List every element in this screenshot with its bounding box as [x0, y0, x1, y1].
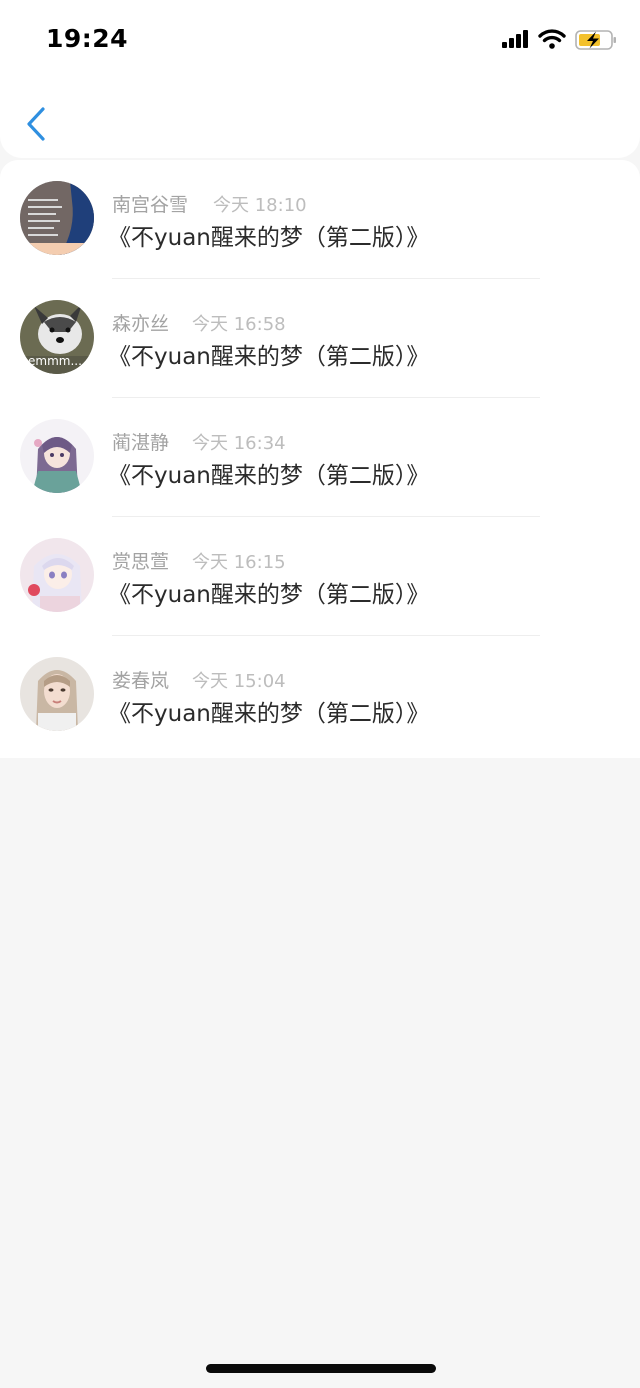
message-content: 《不yuan醒来的梦（第二版）》: [108, 225, 430, 251]
wifi-icon: [538, 29, 566, 49]
message-time: 今天 16:34: [192, 433, 286, 454]
status-time: 19:24: [46, 24, 129, 53]
avatar-caption: emmm...: [28, 354, 82, 368]
message-content: 《不yuan醒来的梦（第二版）》: [108, 582, 430, 608]
message-content: 《不yuan醒来的梦（第二版）》: [108, 344, 430, 370]
cellular-signal-icon: [502, 30, 528, 48]
sender-name: 娄春岚: [112, 670, 170, 692]
list-item[interactable]: 蔺湛静 今天 16:34 《不yuan醒来的梦（第二版）》: [0, 398, 640, 517]
avatar[interactable]: emmm...: [20, 300, 94, 374]
message-time: 今天 15:04: [192, 671, 286, 692]
sender-name: 蔺湛静: [112, 432, 170, 454]
list-item[interactable]: 娄春岚 今天 15:04 《不yuan醒来的梦（第二版）》: [0, 636, 640, 755]
battery-charging-icon: [575, 30, 616, 50]
message-content: 《不yuan醒来的梦（第二版）》: [108, 701, 430, 727]
list-item[interactable]: 赏思萱 今天 16:15 《不yuan醒来的梦（第二版）》: [0, 517, 640, 636]
message-time: 今天 16:15: [192, 552, 286, 573]
home-indicator[interactable]: [206, 1364, 436, 1373]
message-time: 今天 18:10: [213, 195, 307, 216]
sender-name: 森亦丝: [112, 313, 170, 335]
header: 19:24: [0, 0, 640, 158]
avatar[interactable]: [20, 419, 94, 493]
status-icons: [500, 26, 620, 54]
avatar[interactable]: [20, 538, 94, 612]
message-time: 今天 16:58: [192, 314, 286, 335]
avatar[interactable]: [20, 657, 94, 731]
chevron-left-icon: [27, 107, 45, 141]
message-list: 南宫谷雪 今天 18:10 《不yuan醒来的梦（第二版）》 emmm... 森…: [0, 160, 640, 758]
back-button[interactable]: [16, 100, 56, 148]
message-content: 《不yuan醒来的梦（第二版）》: [108, 463, 430, 489]
list-item[interactable]: emmm... 森亦丝 今天 16:58 《不yuan醒来的梦（第二版）》: [0, 279, 640, 398]
list-item[interactable]: 南宫谷雪 今天 18:10 《不yuan醒来的梦（第二版）》: [0, 160, 640, 279]
avatar[interactable]: [20, 181, 94, 255]
sender-name: 南宫谷雪: [112, 194, 189, 216]
sender-name: 赏思萱: [112, 551, 170, 573]
